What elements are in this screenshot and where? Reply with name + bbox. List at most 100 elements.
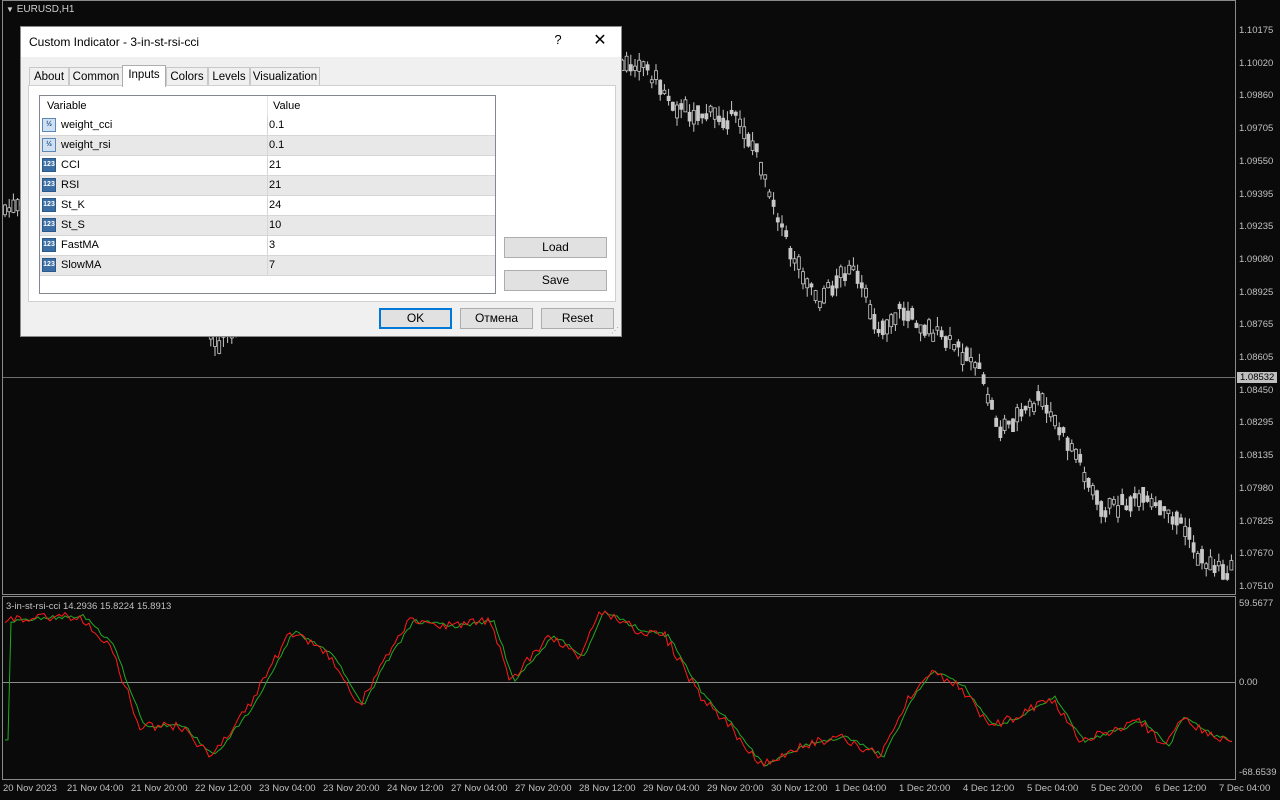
header-value[interactable]: Value [273,100,300,112]
candle-body [910,307,915,320]
grid-row-fastma[interactable]: 123 FastMA 3 [40,236,495,256]
reset-button[interactable]: Reset [541,308,614,329]
candle-body [1149,498,1154,508]
variable-name: CCI [61,159,80,171]
candle-body [952,344,957,351]
dialog-titlebar[interactable]: Custom Indicator - 3-in-st-rsi-cci ? ✕ [21,27,621,57]
indicator-chart[interactable] [0,596,1280,800]
close-icon[interactable]: ✕ [589,30,611,52]
candle-body [1107,498,1112,509]
candle-body [729,109,734,115]
header-variable[interactable]: Variable [47,100,87,112]
candle-body [901,307,906,321]
tab-visualization[interactable]: Visualization [250,67,320,85]
candle-body [742,126,747,140]
grid-row-slowma[interactable]: 123 SlowMA 7 [40,256,495,276]
candle-body [1078,454,1083,463]
cancel-button[interactable]: Отмена [460,308,533,329]
price-axis-label: 1.10020 [1239,57,1274,69]
candle-body [964,347,969,362]
candle-body [1023,405,1028,411]
candle-body [906,310,910,322]
load-button[interactable]: Load [504,237,607,258]
candle-body [775,217,780,223]
candle-body [935,326,940,331]
tab-colors[interactable]: Colors [166,67,208,85]
candle-body [1069,443,1074,452]
candle-body [822,287,826,304]
candle-body [826,282,831,289]
grid-row-cci[interactable]: 123 CCI 21 [40,156,495,176]
candle-body [784,230,789,237]
resize-grip-icon[interactable]: ⋰ [611,326,619,335]
current-price-tag: 1.08532 [1237,372,1278,383]
column-separator [267,176,268,195]
grid-row-st-k[interactable]: 123 St_K 24 [40,196,495,216]
candle-body [838,266,843,279]
candle-body [847,264,852,275]
candle-body [1015,407,1020,423]
tab-inputs[interactable]: Inputs [122,65,166,87]
candle-body [733,111,738,116]
time-axis-label: 27 Nov 04:00 [451,783,508,794]
candle-body [1061,427,1066,433]
candle-body [1011,418,1015,433]
grid-row-st-s[interactable]: 123 St_S 10 [40,216,495,236]
indicator-axis-label: -68.6539 [1239,767,1277,778]
candle-body [994,417,999,427]
tab-common[interactable]: Common [69,67,123,85]
inputs-grid[interactable]: Variable Value ½ weight_cci 0.1 ½ weight_rsi… [39,95,496,294]
price-axis-label: 1.08605 [1239,352,1274,363]
time-axis-label: 29 Nov 20:00 [707,783,764,794]
variable-value[interactable]: 0.1 [269,139,284,151]
help-icon[interactable]: ? [551,32,565,47]
save-button[interactable]: Save [504,270,607,291]
integer-type-icon: 123 [42,218,56,232]
candle-body [754,143,759,153]
candle-body [1208,556,1213,571]
candle-body [1120,494,1125,506]
candle-body [11,199,16,213]
candle-body [885,319,889,335]
dropdown-arrow-icon[interactable]: ▼ [6,5,14,14]
variable-value[interactable]: 10 [269,219,281,231]
candle-body [1212,565,1217,574]
candle-body [1019,409,1024,417]
grid-row-weight-cci[interactable]: ½ weight_cci 0.1 [40,116,495,136]
candle-body [771,199,776,207]
candle-body [1200,549,1204,564]
inputs-panel: Variable Value ½ weight_cci 0.1 ½ weight_rsi… [28,85,616,302]
variable-value[interactable]: 24 [269,199,281,211]
candle-body [1082,472,1087,483]
integer-type-icon: 123 [42,178,56,192]
variable-value[interactable]: 0.1 [269,119,284,131]
grid-row-rsi[interactable]: 123 RSI 21 [40,176,495,196]
tab-about[interactable]: About [29,67,69,85]
candle-body [700,113,705,119]
candle-body [1195,553,1200,566]
candle-body [721,117,726,129]
candle-body [1187,527,1192,540]
grid-header: Variable Value [40,96,495,116]
candle-body [998,426,1003,438]
candle-body [1040,393,1045,407]
indicator-frame [2,596,1236,780]
candle-body [637,59,642,72]
candle-body [956,341,961,348]
indicator-main-line [4,610,1233,768]
candle-body [1179,517,1183,524]
time-axis-label: 21 Nov 20:00 [131,783,188,794]
variable-value[interactable]: 3 [269,239,275,251]
variable-value[interactable]: 21 [269,179,281,191]
indicator-axis-label: 0.00 [1239,677,1258,688]
variable-value[interactable]: 21 [269,159,281,171]
tab-levels[interactable]: Levels [208,67,250,85]
candle-body [1124,505,1129,511]
variable-value[interactable]: 7 [269,259,275,271]
candle-body [981,374,986,385]
grid-row-weight-rsi[interactable]: ½ weight_rsi 0.1 [40,136,495,156]
candle-body [624,55,629,72]
ok-button[interactable]: OK [379,308,452,329]
price-axis-label: 1.09235 [1239,221,1274,233]
column-separator [267,256,268,275]
